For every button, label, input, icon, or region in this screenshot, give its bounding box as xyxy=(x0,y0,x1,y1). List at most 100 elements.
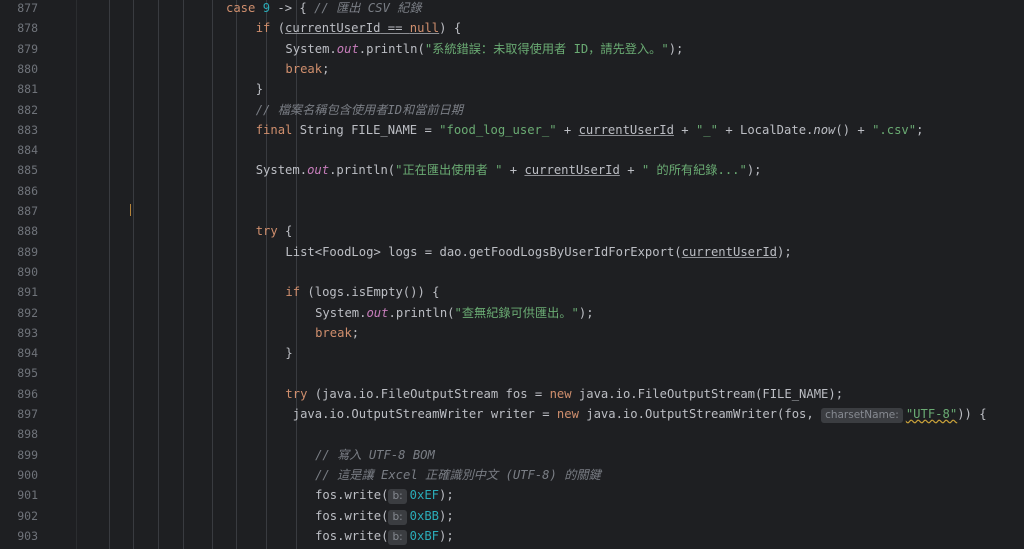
code-line[interactable]: 900 // 這是讓 Excel 正確識別中文 (UTF-8) 的關鍵 xyxy=(0,465,1024,485)
code-token: ) { xyxy=(439,21,462,36)
code-line[interactable]: 883 final String FILE_NAME = "food_log_us… xyxy=(0,120,1024,140)
code-token: { xyxy=(285,224,293,239)
code-token: String FILE_NAME = xyxy=(299,122,440,137)
code-text: final String FILE_NAME = "food_log_user_… xyxy=(256,120,924,140)
code-line[interactable]: 892 System.out.println("查無紀錄可供匯出。"); xyxy=(0,303,1024,323)
code-line[interactable]: 882 // 檔案名稱包含使用者ID和當前日期 xyxy=(0,100,1024,120)
code-text: break; xyxy=(315,323,359,343)
code-line[interactable]: 879 System.out.println("系統錯誤：未取得使用者 ID，請先… xyxy=(0,39,1024,59)
code-token: java.io.OutputStreamWriter writer = xyxy=(292,407,557,421)
code-line[interactable]: 893 break; xyxy=(0,323,1024,343)
code-line[interactable]: 885 System.out.println("正在匯出使用者 " + curre… xyxy=(0,160,1024,180)
code-line[interactable]: 901 fos.write(b: 0xEF); xyxy=(0,485,1024,505)
keyword-token: break xyxy=(315,325,352,340)
code-text: System.out.println("正在匯出使用者 " + currentU… xyxy=(256,160,762,180)
line-number: 891 xyxy=(17,285,38,300)
code-token: ; xyxy=(916,122,924,137)
code-token: fos.write( xyxy=(315,528,389,543)
code-token: ( xyxy=(277,21,286,36)
code-token: .println( xyxy=(388,305,455,320)
code-text: fos.write(b: 0xBB); xyxy=(315,506,454,526)
line-number: 887 xyxy=(17,204,38,218)
code-line[interactable]: 881} xyxy=(0,79,1024,99)
line-number: 893 xyxy=(17,325,38,340)
code-token: ); xyxy=(668,41,684,56)
keyword-token: new xyxy=(549,386,579,401)
code-text: java.io.OutputStreamWriter writer = new … xyxy=(285,404,987,424)
code-token: } xyxy=(255,82,264,97)
line-number: 877 xyxy=(17,1,38,15)
code-line[interactable]: 894} xyxy=(0,343,1024,363)
code-text: // 這是讓 Excel 正確識別中文 (UTF-8) 的關鍵 xyxy=(315,465,601,485)
code-text: // 檔案名稱包含使用者ID和當前日期 xyxy=(256,100,463,120)
code-line[interactable]: 898 xyxy=(0,424,1024,444)
comment-token: // 寫入 UTF-8 BOM xyxy=(315,447,435,462)
code-line[interactable]: 895 xyxy=(0,363,1024,383)
code-token: -> { xyxy=(270,1,315,15)
parameter-hint: b: xyxy=(388,489,407,505)
line-number: 898 xyxy=(17,427,38,442)
code-line[interactable]: 887 xyxy=(0,201,1024,221)
line-number: 896 xyxy=(17,386,38,401)
code-editor[interactable]: 877 case 9 -> { // 匯出 CSV 紀錄 878 if (curren… xyxy=(0,0,1024,549)
code-line[interactable]: 890 xyxy=(0,262,1024,282)
code-token: System. xyxy=(315,305,367,320)
line-number: 884 xyxy=(17,143,38,158)
code-line[interactable]: 891 if (logs.isEmpty()) { xyxy=(0,282,1024,302)
keyword-token: break xyxy=(285,61,323,76)
parameter-hint: b: xyxy=(388,509,407,525)
code-token: + xyxy=(619,163,642,178)
code-token: ); xyxy=(439,488,454,503)
code-line[interactable]: 897 java.io.OutputStreamWriter writer = … xyxy=(0,404,1024,424)
keyword-token: if xyxy=(255,21,278,36)
code-text: // 寫入 UTF-8 BOM xyxy=(315,445,435,465)
line-number: 894 xyxy=(17,346,38,361)
parameter-hint: charsetName: xyxy=(821,408,903,423)
keyword-token: if xyxy=(285,285,308,300)
number-token: 0xEF xyxy=(409,488,440,503)
code-line[interactable]: 889 List<FoodLog> logs = dao.getFoodLogsB… xyxy=(0,242,1024,262)
code-line[interactable]: 886 xyxy=(0,181,1024,201)
line-number: 885 xyxy=(17,163,38,178)
variable-token: currentUserId xyxy=(285,21,381,36)
line-number: 882 xyxy=(17,102,38,117)
code-line[interactable]: 903 fos.write(b: 0xBF); xyxy=(0,526,1024,546)
variable-token: currentUserId xyxy=(524,163,620,178)
code-token: + LocalDate. xyxy=(717,122,814,137)
string-token: "food_log_user_" xyxy=(439,122,557,137)
code-line[interactable]: 878 if (currentUserId == null) { xyxy=(0,18,1024,38)
code-line[interactable]: 884 xyxy=(0,140,1024,160)
code-text: try (java.io.FileOutputStream fos = new … xyxy=(285,384,843,404)
code-line[interactable]: 877 case 9 -> { // 匯出 CSV 紀錄 xyxy=(0,0,1024,18)
variable-token: currentUserId xyxy=(578,122,674,137)
code-line[interactable]: 880 break; xyxy=(0,59,1024,79)
code-text: fos.write(b: 0xEF); xyxy=(315,485,454,505)
code-token: System. xyxy=(285,41,337,56)
field-token: out xyxy=(366,305,389,320)
code-line[interactable]: 899 // 寫入 UTF-8 BOM xyxy=(0,445,1024,465)
code-text: System.out.println("系統錯誤：未取得使用者 ID，請先登入。… xyxy=(285,39,683,59)
code-text: break; xyxy=(285,59,329,79)
string-token: "查無紀錄可供匯出。" xyxy=(454,305,579,320)
line-number: 883 xyxy=(17,122,38,137)
code-token: (logs.isEmpty()) { xyxy=(307,285,440,300)
line-number: 879 xyxy=(17,41,38,56)
code-token: fos.write( xyxy=(315,488,389,503)
code-text: case 9 -> { // 匯出 CSV 紀錄 xyxy=(226,0,422,18)
code-token: java.io.OutputStreamWriter(fos, xyxy=(586,407,822,421)
keyword-token: try xyxy=(285,386,315,401)
code-text: } xyxy=(256,79,263,99)
code-line[interactable]: 896 try (java.io.FileOutputStream fos = n… xyxy=(0,384,1024,404)
code-text: System.out.println("查無紀錄可供匯出。"); xyxy=(315,303,594,323)
code-token: List<FoodLog> logs = dao.getFoodLogsByUs… xyxy=(285,244,682,259)
code-token: ); xyxy=(777,244,792,259)
code-text: try { xyxy=(256,221,293,241)
line-number: 903 xyxy=(17,528,38,543)
string-token: "正在匯出使用者 " xyxy=(395,163,503,178)
line-number: 900 xyxy=(17,467,38,482)
code-line[interactable]: 902 fos.write(b: 0xBB); xyxy=(0,506,1024,526)
code-token: System. xyxy=(255,163,308,178)
keyword-token: null xyxy=(409,21,440,36)
string-token: "系統錯誤：未取得使用者 ID，請先登入。" xyxy=(424,41,669,56)
code-line[interactable]: 888 try { xyxy=(0,221,1024,241)
